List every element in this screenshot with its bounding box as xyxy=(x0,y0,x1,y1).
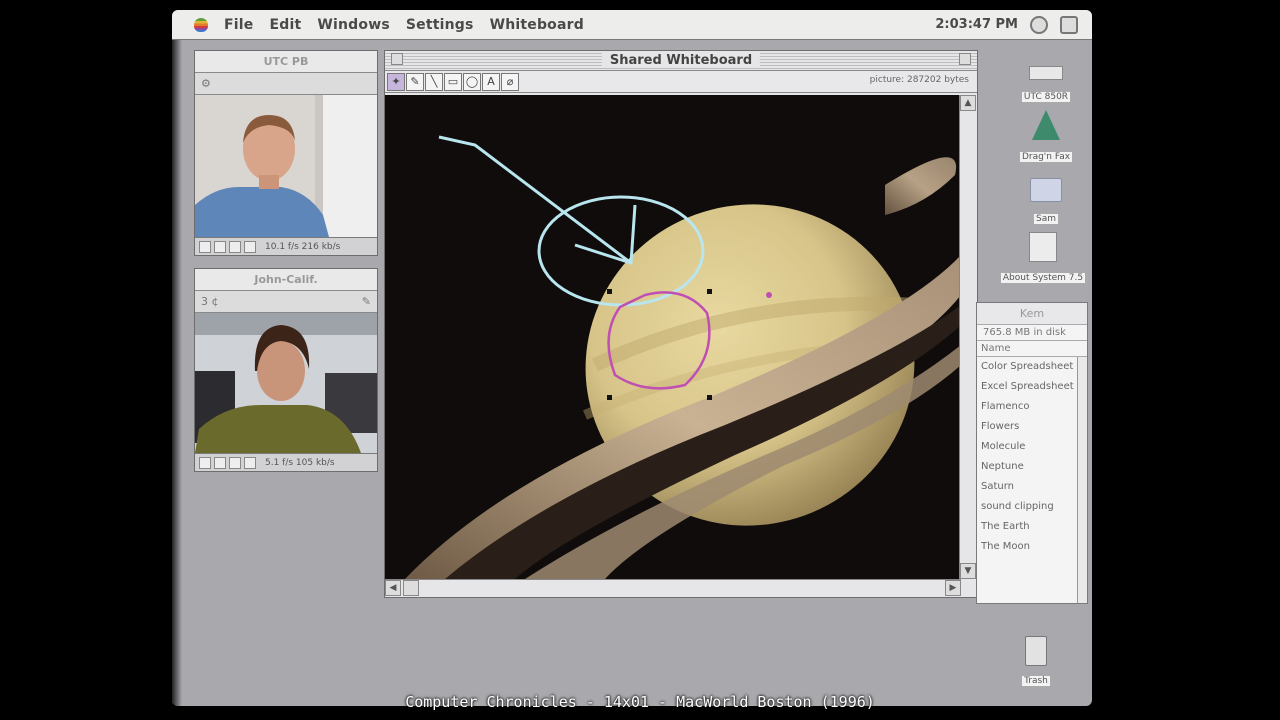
pause-button[interactable] xyxy=(214,456,226,469)
oval-tool-icon[interactable]: ◯ xyxy=(463,72,481,91)
record-button[interactable] xyxy=(229,240,241,253)
zoom-box[interactable] xyxy=(959,53,971,65)
video-window-john: John-Calif. 3 ¢ ✎ 5.1 f/s 105 kb/s xyxy=(194,268,378,472)
tree-icon[interactable]: Drag'n Fax xyxy=(1014,110,1078,163)
list-item[interactable]: Excel Spreadsheet xyxy=(977,377,1087,397)
video-stats: 10.1 f/s 216 kb/s xyxy=(265,241,341,252)
video-subtitle: Computer Chronicles - 14x01 - MacWorld B… xyxy=(405,693,875,711)
video-window-toolbar: 3 ¢ ✎ xyxy=(195,291,377,313)
scroll-up-arrow-icon[interactable]: ▲ xyxy=(960,95,976,111)
pen-tool-icon[interactable]: ✦ xyxy=(387,72,405,91)
horizontal-scrollbar[interactable]: ◀ ▶ xyxy=(385,579,961,597)
disk-info: 765.8 MB in disk xyxy=(977,325,1087,341)
whiteboard-title-bar[interactable]: Shared Whiteboard xyxy=(385,51,977,71)
menu-windows[interactable]: Windows xyxy=(317,17,390,33)
video-feed xyxy=(195,95,377,237)
video-feed xyxy=(195,313,377,453)
whiteboard-canvas[interactable] xyxy=(385,95,961,579)
mute-button[interactable] xyxy=(244,240,256,253)
list-item[interactable]: Color Spreadsheet xyxy=(977,357,1087,377)
video-status-bar: 5.1 f/s 105 kb/s xyxy=(195,453,377,471)
video-status-bar: 10.1 f/s 216 kb/s xyxy=(195,237,377,255)
record-button[interactable] xyxy=(229,456,241,469)
trash-icon[interactable]: Trash xyxy=(1012,636,1060,687)
menu-edit[interactable]: Edit xyxy=(269,17,301,33)
video-participant-image xyxy=(195,313,377,453)
pause-button[interactable] xyxy=(214,240,226,253)
finder-title[interactable]: Kem xyxy=(977,303,1087,325)
pencil-icon[interactable]: ✎ xyxy=(362,295,371,308)
drive-icon[interactable]: UTC 850R xyxy=(1014,66,1078,103)
list-item[interactable]: sound clipping xyxy=(977,497,1087,517)
folder-icon[interactable]: Sam xyxy=(1014,178,1078,225)
close-box[interactable] xyxy=(391,53,403,65)
rectangle-tool-icon[interactable]: ▭ xyxy=(444,72,462,91)
menu-file[interactable]: File xyxy=(224,17,253,33)
list-item[interactable]: The Moon xyxy=(977,537,1087,557)
menubar-clock: 2:03:47 PM xyxy=(935,17,1018,32)
eraser-tool-icon[interactable]: ⌀ xyxy=(501,72,519,91)
list-item[interactable]: Neptune xyxy=(977,457,1087,477)
video-stats: 5.1 f/s 105 kb/s xyxy=(265,457,335,468)
list-item[interactable]: Flamenco xyxy=(977,397,1087,417)
video-window-title[interactable]: UTC PB xyxy=(195,51,377,73)
scroll-right-arrow-icon[interactable]: ▶ xyxy=(945,580,961,596)
stop-button[interactable] xyxy=(199,240,211,253)
saturn-image xyxy=(385,95,961,579)
list-item[interactable]: Saturn xyxy=(977,477,1087,497)
application-menu-icon[interactable] xyxy=(1060,16,1078,34)
help-icon[interactable] xyxy=(1030,16,1048,34)
scroll-thumb[interactable] xyxy=(403,580,419,596)
settings-icon[interactable]: ⚙ xyxy=(201,77,211,90)
finder-scrollbar[interactable] xyxy=(1077,357,1087,603)
file-list: Color Spreadsheet Excel Spreadsheet Flam… xyxy=(977,357,1087,557)
scroll-left-arrow-icon[interactable]: ◀ xyxy=(385,580,401,596)
video-window-toolbar: ⚙ xyxy=(195,73,377,95)
list-item[interactable]: Flowers xyxy=(977,417,1087,437)
video-participant-image xyxy=(195,95,377,237)
document-icon[interactable]: About System 7.5 xyxy=(998,232,1088,284)
line-tool-icon[interactable]: ╲ xyxy=(425,72,443,91)
menu-bar: File Edit Windows Settings Whiteboard 2:… xyxy=(172,10,1092,40)
vertical-scrollbar[interactable]: ▲ ▼ xyxy=(959,95,977,579)
mute-button[interactable] xyxy=(244,456,256,469)
whiteboard-toolbar: ✦ ✎ ╲ ▭ ◯ A ⌀ picture: 287202 bytes xyxy=(385,71,977,93)
pencil-tool-icon[interactable]: ✎ xyxy=(406,72,424,91)
scroll-down-arrow-icon[interactable]: ▼ xyxy=(960,563,976,579)
shared-whiteboard-window: Shared Whiteboard ✦ ✎ ╲ ▭ ◯ A ⌀ picture:… xyxy=(384,50,978,598)
menu-whiteboard[interactable]: Whiteboard xyxy=(490,17,584,33)
list-item[interactable]: Molecule xyxy=(977,437,1087,457)
menu-settings[interactable]: Settings xyxy=(406,17,474,33)
text-tool-icon[interactable]: A xyxy=(482,72,500,91)
whiteboard-title: Shared Whiteboard xyxy=(601,53,761,68)
video-field-value[interactable]: 3 ¢ xyxy=(201,295,219,308)
video-window-title[interactable]: John-Calif. xyxy=(195,269,377,291)
list-item[interactable]: The Earth xyxy=(977,517,1087,537)
mac-screen: File Edit Windows Settings Whiteboard 2:… xyxy=(172,10,1092,706)
stop-button[interactable] xyxy=(199,456,211,469)
column-header-name[interactable]: Name xyxy=(977,341,1087,357)
finder-window: Kem 765.8 MB in disk Name Color Spreadsh… xyxy=(976,302,1088,604)
apple-menu-icon[interactable] xyxy=(194,17,208,32)
picture-size-info: picture: 287202 bytes xyxy=(869,75,969,85)
video-window-utc: UTC PB ⚙ 10.1 f/s 216 kb/s xyxy=(194,50,378,256)
